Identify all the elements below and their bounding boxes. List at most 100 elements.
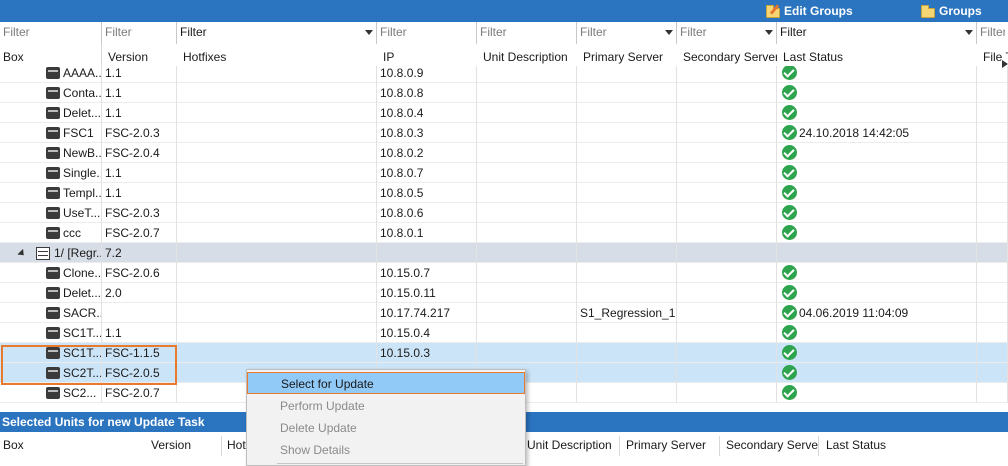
column-divider[interactable]: [0, 44, 102, 66]
filter-file-input[interactable]: [977, 22, 1008, 42]
filter-version-input[interactable]: [102, 22, 176, 42]
filter-primary-server-input[interactable]: [577, 22, 676, 42]
cell-version: FSC-2.0.6: [102, 263, 177, 283]
cell-version: 1.1: [102, 183, 177, 203]
cell-version: FSC-2.0.3: [102, 123, 177, 143]
cell-secondary: [677, 363, 777, 383]
box-name: Clone...: [63, 266, 102, 280]
table-row[interactable]: Clone... FSC-2.0.6 10.15.0.7: [0, 263, 1008, 283]
column-header-unit-description[interactable]: Unit Description: [480, 44, 577, 66]
table-row[interactable]: Delet... 2.0 10.15.0.11: [0, 283, 1008, 303]
check-circle-icon: [782, 325, 797, 341]
cell-hotfixes: [177, 123, 377, 143]
column-header-primary-server[interactable]: Primary Server: [580, 44, 677, 66]
cell-file: [977, 66, 1008, 83]
column-header-last-status[interactable]: Last Status: [780, 44, 977, 66]
cell-status: [777, 83, 977, 103]
cell-secondary: [677, 283, 777, 303]
column-header-secondary-server[interactable]: Secondary Server: [680, 44, 777, 66]
cell-unit-description: [477, 143, 577, 163]
cell-primary: [577, 66, 677, 83]
menu-item-perform-update[interactable]: Perform Update: [247, 395, 525, 417]
check-circle-icon: [782, 365, 797, 381]
cell-hotfixes: [177, 203, 377, 223]
cell-ip: 10.8.0.7: [377, 163, 477, 183]
cell-file: [977, 303, 1008, 323]
device-icon: [46, 147, 60, 159]
menu-item-select-for-update[interactable]: Select for Update: [247, 372, 525, 394]
cell-box: SACR...: [0, 303, 102, 323]
table-row[interactable]: UseT... FSC-2.0.3 10.8.0.6: [0, 203, 1008, 223]
filter-ip-input[interactable]: [377, 22, 476, 42]
column-header-ip[interactable]: IP: [380, 44, 477, 66]
table-row[interactable]: AAAA... 1.1 10.8.0.9: [0, 66, 1008, 83]
cell-unit-description: [477, 283, 577, 303]
filter-box-input[interactable]: [0, 22, 101, 42]
selected-rows-highlight: [1, 345, 177, 385]
cell-hotfixes: [177, 183, 377, 203]
table-row[interactable]: Delet... 1.1 10.8.0.4: [0, 103, 1008, 123]
filter-unit-description-input[interactable]: [477, 22, 576, 42]
device-icon: [46, 387, 60, 399]
cell-version: 7.2: [102, 243, 177, 263]
column-header-version[interactable]: Version: [105, 44, 177, 66]
check-circle-icon: [782, 85, 797, 101]
menu-separator: [277, 463, 523, 464]
cell-version: FSC-2.0.7: [102, 383, 177, 403]
cell-version: FSC-2.0.4: [102, 143, 177, 163]
cell-version: 1.1: [102, 323, 177, 343]
table-row[interactable]: SC1T... 1.1 10.15.0.4: [0, 323, 1008, 343]
box-name: Delet...: [63, 106, 102, 120]
filter-secondary-server-input[interactable]: [677, 22, 776, 42]
chevron-down-icon[interactable]: [765, 30, 773, 35]
table-row[interactable]: NewB... FSC-2.0.4 10.8.0.2: [0, 143, 1008, 163]
expand-arrow-icon[interactable]: [17, 248, 27, 258]
chevron-down-icon[interactable]: [365, 30, 373, 35]
cell-version: 1.1: [102, 163, 177, 183]
table-row[interactable]: Templ... 1.1 10.8.0.5: [0, 183, 1008, 203]
filter-hotfixes-input[interactable]: [177, 22, 376, 42]
table-row[interactable]: Single...1.1 10.8.0.7: [0, 163, 1008, 183]
cell-status: [777, 263, 977, 283]
cell-unit-description: [477, 303, 577, 323]
filter-hotfixes-cell: [177, 22, 377, 44]
check-circle-icon: [782, 285, 797, 301]
table-row[interactable]: FSC1 FSC-2.0.3 10.8.0.3 24.10.2018 14:42:05: [0, 123, 1008, 143]
table-row[interactable]: ccc FSC-2.0.7 10.8.0.1: [0, 223, 1008, 243]
menu-item-show-details[interactable]: Show Details: [247, 439, 525, 461]
group-row[interactable]: 1/ [Regr... 7.2: [0, 243, 1008, 263]
table-row[interactable]: SACR... 10.17.74.217 S1_Regression_1 04.06.…: [0, 303, 1008, 323]
cell-box: ccc: [0, 223, 102, 243]
menu-item-delete-update[interactable]: Delete Update: [247, 417, 525, 439]
check-circle-icon: [782, 145, 797, 161]
device-icon: [46, 287, 60, 299]
cell-secondary: [677, 383, 777, 403]
cell-status: [777, 343, 977, 363]
check-circle-icon: [782, 385, 797, 401]
cell-status: [777, 283, 977, 303]
cell-primary: [577, 243, 677, 263]
cell-version: [102, 303, 177, 323]
cell-file: [977, 363, 1008, 383]
cell-file: [977, 263, 1008, 283]
chevron-down-icon[interactable]: [665, 30, 673, 35]
cell-box: FSC1: [0, 123, 102, 143]
status-timestamp: 04.06.2019 11:04:09: [799, 306, 909, 320]
box-name: SACR...: [63, 306, 101, 320]
cell-secondary: [677, 243, 777, 263]
cell-ip: 10.8.0.3: [377, 123, 477, 143]
groups-button[interactable]: Groups: [921, 3, 982, 19]
cell-secondary: [677, 143, 777, 163]
cell-unit-description: [477, 103, 577, 123]
filter-last-status-input[interactable]: [777, 22, 976, 42]
column-header-hotfixes[interactable]: Hotfixes: [180, 44, 377, 66]
device-icon: [46, 327, 60, 339]
cell-status: [777, 243, 977, 263]
cell-file: [977, 123, 1008, 143]
cell-hotfixes: [177, 243, 377, 263]
table-row[interactable]: Conta... 1.1 10.8.0.8: [0, 83, 1008, 103]
edit-groups-button[interactable]: Edit Groups: [766, 3, 853, 19]
chevron-down-icon[interactable]: [965, 30, 973, 35]
filter-row: [0, 22, 1008, 44]
selected-column-last-status[interactable]: Last Status: [823, 434, 943, 458]
